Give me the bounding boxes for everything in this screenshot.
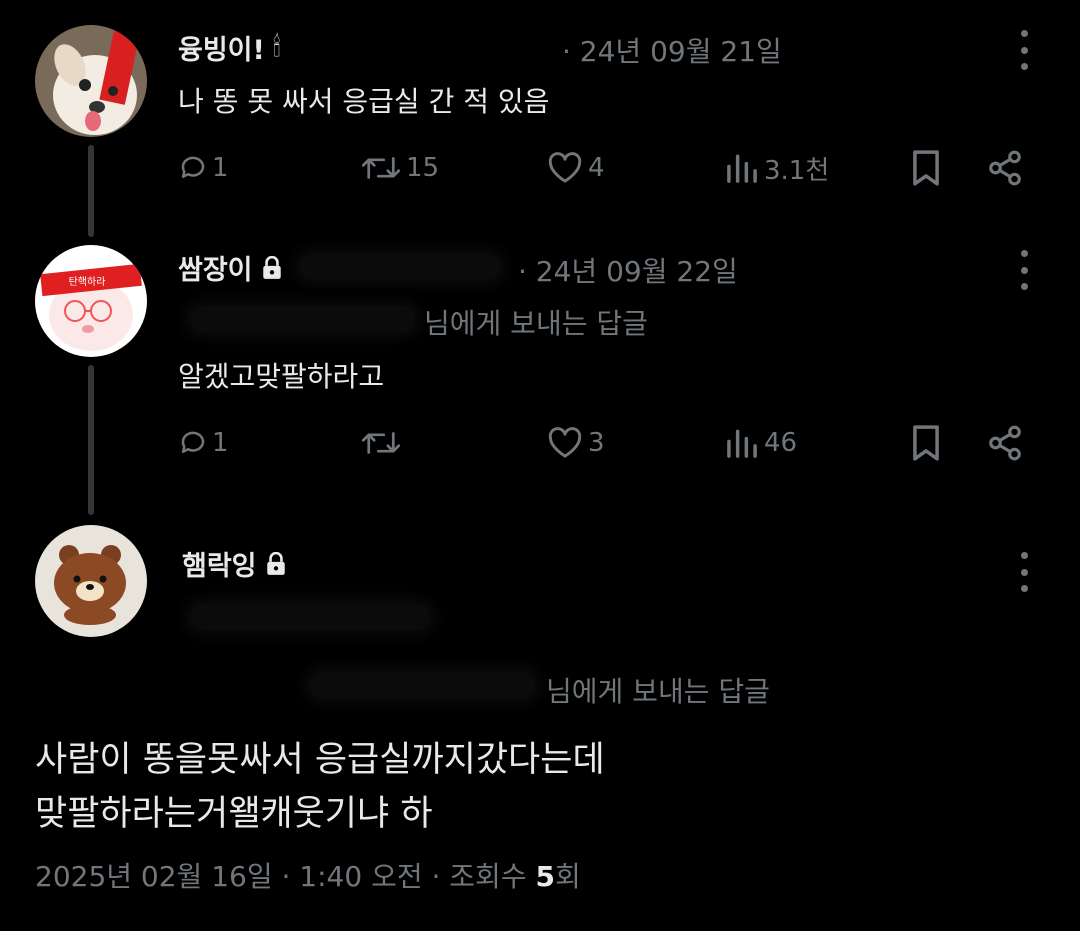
heart-icon <box>548 152 582 183</box>
lock-icon <box>262 255 281 279</box>
reply-icon <box>181 431 205 453</box>
bookmark-icon <box>913 150 939 186</box>
views-icon <box>727 429 757 458</box>
reply-count: 1 <box>212 428 229 458</box>
tweet-author-name[interactable]: 쌈장이 <box>178 248 283 287</box>
like-count: 3 <box>588 428 605 458</box>
bookmark-button[interactable] <box>910 143 942 193</box>
handle-redacted <box>300 254 500 280</box>
more-icon[interactable] <box>1018 250 1030 290</box>
views-button[interactable]: 46 <box>724 418 797 468</box>
views-button[interactable]: 3.1천 <box>724 143 829 193</box>
tweet-text: 알겠고맞팔하라고 <box>178 360 385 393</box>
candle-emoji: 🕯 <box>272 31 281 63</box>
retweet-icon <box>361 432 401 454</box>
tweet-actions: 1 3 46 <box>0 418 1080 468</box>
reply-handle-redacted <box>310 672 535 698</box>
share-icon <box>989 425 1021 461</box>
tweet-author-name[interactable]: 융빙이! 🕯 <box>178 28 281 67</box>
like-button[interactable]: 3 <box>546 418 605 468</box>
reply-count: 1 <box>212 153 229 183</box>
tweet-meta: 2025년 02월 16일 · 1:40 오전 · 조회수 5회 <box>35 855 581 895</box>
reply-to-label: 님에게 보내는 답글 <box>546 675 770 708</box>
reply-icon <box>181 156 205 178</box>
more-icon[interactable] <box>1018 552 1030 592</box>
timestamp-text[interactable]: 2025년 02월 16일 · 1:40 오전 · 조회수 <box>35 860 535 893</box>
more-icon[interactable] <box>1018 30 1030 70</box>
views-icon <box>727 154 757 183</box>
avatar[interactable] <box>35 25 147 137</box>
tweet-actions: 1 15 4 3.1천 <box>0 143 1080 193</box>
retweet-button[interactable]: 15 <box>360 143 439 193</box>
view-count: 5 <box>535 860 555 893</box>
like-count: 4 <box>588 153 605 183</box>
focused-tweet-text-line2: 맞팔하라는거왤캐웃기냐 하 <box>35 794 433 834</box>
reply-to-label: 님에게 보내는 답글 <box>424 307 648 340</box>
like-button[interactable]: 4 <box>546 143 605 193</box>
share-icon <box>989 150 1021 186</box>
bookmark-button[interactable] <box>910 418 942 468</box>
share-button[interactable] <box>986 143 1024 193</box>
tweet-date[interactable]: · 24년 09월 21일 <box>562 30 782 70</box>
retweet-icon <box>361 157 401 179</box>
retweet-button[interactable] <box>360 418 406 468</box>
author-name-text: 융빙이! <box>178 35 265 66</box>
share-button[interactable] <box>986 418 1024 468</box>
author-name-text: 햄락잉 <box>182 551 257 582</box>
avatar[interactable]: 탄핵하라 <box>35 245 147 357</box>
view-count: 46 <box>764 428 798 458</box>
svg-text:탄핵하라: 탄핵하라 <box>69 275 106 288</box>
bookmark-icon <box>913 425 939 461</box>
tweet-author-name[interactable]: 햄락잉 <box>182 544 287 583</box>
tweet-text: 나 똥 못 싸서 응급실 간 적 있음 <box>178 85 550 118</box>
handle-redacted <box>190 604 430 630</box>
retweet-count: 15 <box>406 153 440 183</box>
tweet-date[interactable]: · 24년 09월 22일 <box>518 250 738 290</box>
heart-icon <box>548 427 582 458</box>
lock-icon <box>266 551 285 575</box>
author-name-text: 쌈장이 <box>178 255 253 286</box>
avatar[interactable] <box>35 525 147 637</box>
view-unit: 회 <box>554 860 581 893</box>
reply-handle-redacted <box>190 306 415 332</box>
focused-tweet-text-line1: 사람이 똥을못싸서 응급실까지갔다는데 <box>35 740 605 780</box>
reply-button[interactable]: 1 <box>178 418 229 468</box>
tweet-thread: 융빙이! 🕯 · 24년 09월 21일 나 똥 못 싸서 응급실 간 적 있음… <box>0 0 1080 931</box>
view-count: 3.1천 <box>764 155 830 186</box>
reply-button[interactable]: 1 <box>178 143 229 193</box>
